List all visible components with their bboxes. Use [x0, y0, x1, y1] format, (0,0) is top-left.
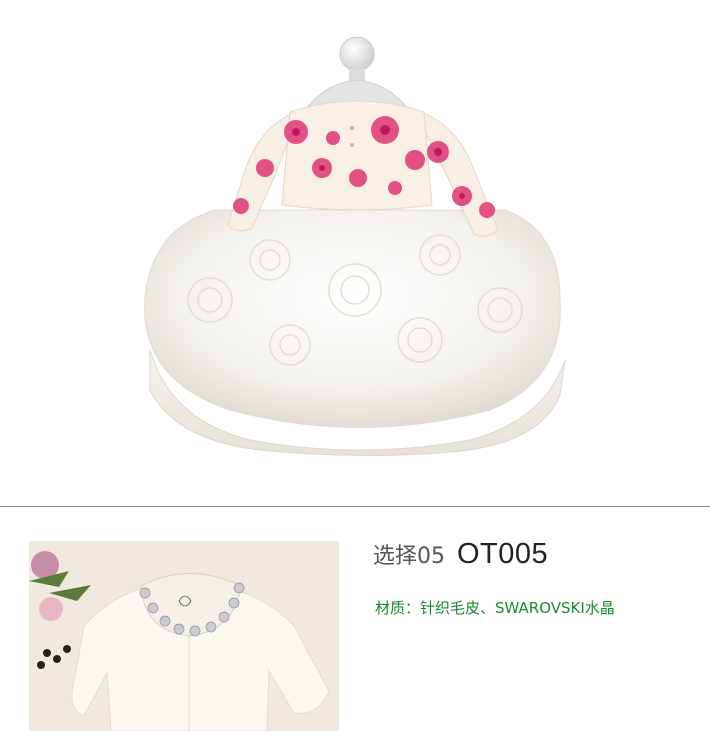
cardigan-thumbnail: [29, 541, 339, 731]
dress-illustration: [144, 36, 566, 457]
material-description: 材质：针织毛皮、SWAROVSKI水晶: [375, 599, 615, 617]
cardigan-photo-icon: [29, 541, 339, 731]
option-heading: 选择05 OT005: [373, 538, 548, 571]
dress-product-image: [0, 0, 710, 500]
section-divider: [0, 506, 710, 507]
product-code: OT005: [457, 538, 549, 570]
option-number: 选择05: [373, 544, 445, 569]
